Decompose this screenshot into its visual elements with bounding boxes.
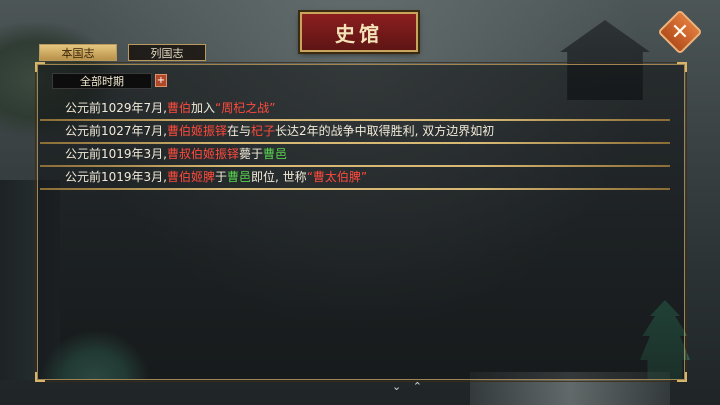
period-filter-expand-button[interactable]: + (155, 74, 167, 87)
record-text: 薨于 (239, 147, 264, 161)
record-text: 公元前1027年7月, (65, 124, 167, 138)
record-text: 长达2年的战争中取得胜利, 双方边界如初 (275, 124, 495, 138)
history-panel: 全部时期 + 公元前1029年7月,曹伯加入“周杞之战” 公元前1027年7月,曹… (35, 62, 687, 382)
period-filter-dropdown[interactable]: 全部时期 (52, 73, 152, 89)
record-highlight-place[interactable]: 曹邑 (263, 147, 287, 161)
record-highlight-person-event[interactable]: “曹太伯脾” (307, 170, 367, 184)
panel-corner-ornament (677, 372, 687, 382)
record-text: 公元前1019年3月, (65, 170, 167, 184)
panel-corner-ornament (35, 372, 45, 382)
panel-corner-ornament (677, 62, 687, 72)
history-record-list: 公元前1029年7月,曹伯加入“周杞之战” 公元前1027年7月,曹伯姬振铎在与杞… (40, 97, 670, 190)
tab-domestic-history[interactable]: 本国志 (39, 44, 117, 61)
record-highlight-person-event[interactable]: 曹叔伯姬振铎 (167, 147, 239, 161)
record-text: 公元前1019年3月, (65, 147, 167, 161)
history-record-row: 公元前1019年3月,曹叔伯姬振铎薨于曹邑 (40, 143, 670, 167)
scroll-hint-icon: ⌄ ⌃ (392, 380, 426, 393)
record-highlight-place[interactable]: 曹邑 (227, 170, 251, 184)
record-text: 加入 (191, 101, 216, 115)
record-text: 于 (215, 170, 228, 184)
history-record-row: 公元前1027年7月,曹伯姬振铎在与杞子长达2年的战争中取得胜利, 双方边界如初 (40, 120, 670, 144)
record-highlight-person-event[interactable]: 杞子 (251, 124, 275, 138)
panel-corner-ornament (35, 62, 45, 72)
record-text: 在与 (227, 124, 252, 138)
record-highlight-person-event[interactable]: “周杞之战” (215, 101, 275, 115)
record-highlight-person-event[interactable]: 曹伯姬脾 (167, 170, 215, 184)
window-title: 史馆 (300, 12, 418, 52)
record-text: 即位, 世称 (251, 170, 307, 184)
record-highlight-person-event[interactable]: 曹伯姬振铎 (167, 124, 227, 138)
history-record-row: 公元前1029年7月,曹伯加入“周杞之战” (40, 97, 670, 121)
record-text: 公元前1029年7月, (65, 101, 167, 115)
close-icon: ✕ (670, 19, 690, 45)
tab-foreign-history[interactable]: 列国志 (128, 44, 206, 61)
record-highlight-person-event[interactable]: 曹伯 (167, 101, 191, 115)
history-record-row: 公元前1019年3月,曹伯姬脾于曹邑即位, 世称“曹太伯脾” (40, 166, 670, 190)
